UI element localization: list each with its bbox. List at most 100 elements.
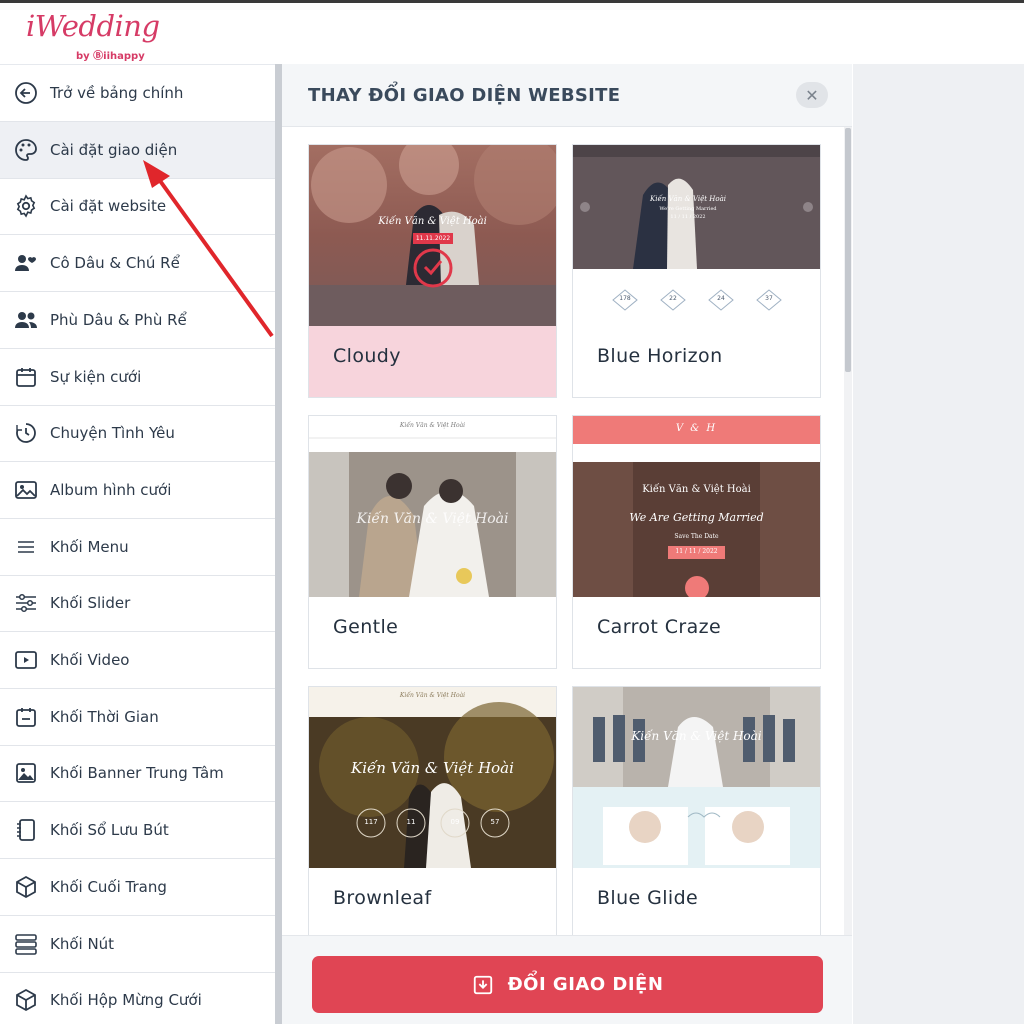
preview-countdown-seconds: 37	[765, 295, 773, 302]
preview-countdown-days: 178	[619, 295, 631, 302]
sidebar-item-label: Cài đặt giao diện	[50, 140, 178, 159]
theme-card-cloudy[interactable]: Kiến Văn & Việt Hoài 11.11.2022 Cloudy	[308, 144, 557, 398]
preview-countdown-minutes: 09	[450, 818, 460, 826]
theme-name: Carrot Craze	[597, 616, 722, 638]
close-button[interactable]: ✕	[796, 82, 828, 108]
users-icon	[0, 308, 50, 332]
apply-theme-label: ĐỔI GIAO DIỆN	[507, 974, 664, 995]
video-icon	[0, 648, 50, 672]
sidebar-item-label: Phù Dâu & Phù Rể	[50, 310, 187, 329]
arrow-left-circle-icon	[0, 81, 50, 105]
sidebar-item-label: Khối Video	[50, 651, 130, 669]
sidebar-item-khoi-nut[interactable]: Khối Nút	[0, 916, 275, 973]
sidebar-item-khoi-thoi-gian[interactable]: Khối Thời Gian	[0, 689, 275, 746]
preview-monogram: V & H	[675, 423, 718, 434]
preview-area	[853, 64, 1024, 1024]
preview-countdown-seconds: 57	[490, 818, 500, 826]
picture-icon	[0, 761, 50, 785]
preview-couple-names: Kiến Văn & Việt Hoài	[356, 511, 509, 527]
sidebar-item-label: Khối Sổ Lưu Bút	[50, 821, 169, 840]
sidebar-item-khoi-menu[interactable]: Khối Menu	[0, 519, 275, 576]
preview-save-date: Save The Date	[674, 533, 719, 540]
sidebar-item-label: Khối Menu	[50, 537, 129, 556]
preview-header-names: Kiến Văn & Việt Hoài	[399, 422, 466, 429]
panel-header: THAY ĐỔI GIAO DIỆN WEBSITE ✕	[282, 64, 852, 127]
sidebar-item-album-hinh-cuoi[interactable]: Album hình cưới	[0, 462, 275, 519]
logo-byline: by Ⓑiihappy	[76, 51, 145, 62]
theme-name: Blue Horizon	[597, 345, 723, 367]
palette-icon	[0, 138, 50, 162]
preview-couple-names: Kiến Văn & Việt Hoài	[642, 484, 751, 495]
theme-name: Blue Glide	[597, 887, 699, 909]
sidebar-item-cai-dat-giao-dien[interactable]: Cài đặt giao diện	[0, 121, 275, 179]
theme-preview-brownleaf: Kiến Văn & Việt Hoài Kiến Văn & Việt Hoà…	[309, 687, 556, 868]
preview-tagline: We Are Getting Married	[629, 511, 764, 524]
calendar-icon	[0, 365, 50, 389]
gear-icon	[0, 194, 50, 218]
sidebar-item-phu-dau-phu-re[interactable]: Phù Dâu & Phù Rể	[0, 292, 275, 349]
preview-couple-names: Kiến Văn & Việt Hoài	[649, 195, 726, 203]
sidebar-item-label: Khối Hộp Mừng Cưới	[50, 991, 202, 1010]
brand-logo[interactable]: iWedding by Ⓑiihappy	[26, 9, 160, 62]
sidebar-item-khoi-video[interactable]: Khối Video	[0, 632, 275, 689]
theme-preview-blue-glide: Kiến Văn & Việt Hoài	[573, 687, 820, 868]
preview-couple-names: Kiến Văn & Việt Hoài	[378, 216, 487, 227]
theme-preview-blue-horizon: Kiến Văn & Việt Hoài We're Getting Marri…	[573, 145, 820, 326]
clock-history-icon	[0, 421, 50, 445]
sidebar-item-co-dau-chu-re[interactable]: Cô Dâu & Chú Rể	[0, 235, 275, 293]
sidebar-scrollbar[interactable]	[275, 64, 282, 1024]
calendar-minus-icon	[0, 705, 50, 729]
close-icon: ✕	[805, 85, 819, 105]
menu-icon	[0, 535, 50, 559]
sidebar-item-label: Trở về bảng chính	[50, 84, 184, 102]
theme-preview-carrot-craze: V & H Kiến Văn & Việt Hoài We Are Gettin…	[573, 416, 820, 597]
sidebar-item-khoi-slider[interactable]: Khối Slider	[0, 575, 275, 633]
preview-countdown-hours: 22	[669, 295, 677, 302]
sidebar-item-su-kien-cuoi[interactable]: Sự kiện cưới	[0, 349, 275, 406]
notebook-icon	[0, 818, 50, 842]
sidebar-item-khoi-hop-mung-cuoi[interactable]: Khối Hộp Mừng Cưới	[0, 972, 275, 1024]
sidebar-item-label: Khối Cuối Trang	[50, 877, 167, 896]
theme-card-gentle[interactable]: Kiến Văn & Việt Hoài Kiến Văn & Việt Hoà…	[308, 415, 557, 669]
theme-preview-cloudy: Kiến Văn & Việt Hoài 11.11.2022	[309, 145, 556, 326]
panel-footer: ĐỔI GIAO DIỆN	[282, 935, 852, 1024]
sidebar-item-khoi-so-luu-but[interactable]: Khối Sổ Lưu Bút	[0, 802, 275, 860]
theme-card-brownleaf[interactable]: Kiến Văn & Việt Hoài Kiến Văn & Việt Hoà…	[308, 686, 557, 940]
sidebar-item-label: Chuyện Tình Yêu	[50, 424, 175, 443]
box-icon	[0, 988, 50, 1012]
sidebar-item-tro-ve-bang-chinh[interactable]: Trở về bảng chính	[0, 65, 275, 122]
theme-card-carrot-craze[interactable]: V & H Kiến Văn & Việt Hoài We Are Gettin…	[572, 415, 821, 669]
image-icon	[0, 478, 50, 502]
sidebar: Trở về bảng chính Cài đặt giao diện Cài đặ…	[0, 64, 275, 1024]
preview-countdown-minutes: 24	[717, 295, 725, 302]
sidebar-item-label: Khối Nút	[50, 934, 115, 953]
apply-theme-button[interactable]: ĐỔI GIAO DIỆN	[312, 956, 823, 1013]
preview-date: 11.11.2022	[413, 233, 453, 244]
theme-preview-gentle: Kiến Văn & Việt Hoài Kiến Văn & Việt Hoà…	[309, 416, 556, 597]
preview-date: 11 / 11 / 2022	[670, 214, 706, 220]
sidebar-item-label: Cô Dâu & Chú Rể	[50, 254, 180, 273]
sidebar-item-cai-dat-website[interactable]: Cài đặt website	[0, 178, 275, 236]
top-bar: iWedding by Ⓑiihappy	[0, 3, 1024, 64]
panel-scrollbar-thumb[interactable]	[845, 128, 851, 372]
theme-panel: THAY ĐỔI GIAO DIỆN WEBSITE ✕ Kiến Văn & …	[282, 64, 852, 1024]
theme-card-blue-glide[interactable]: Kiến Văn & Việt Hoài Blue Glide	[572, 686, 821, 940]
preview-countdown-days: 117	[364, 818, 378, 826]
sidebar-item-khoi-banner-trung-tam[interactable]: Khối Banner Trung Tâm	[0, 745, 275, 803]
preview-header-names: Kiến Văn & Việt Hoài	[399, 692, 466, 699]
preview-couple-names: Kiến Văn & Việt Hoài	[351, 759, 514, 777]
preview-tagline: We're Getting Married	[659, 206, 717, 212]
sidebar-item-label: Album hình cưới	[50, 480, 172, 499]
sidebar-item-label: Khối Thời Gian	[50, 707, 159, 726]
sidebar-item-label: Khối Slider	[50, 594, 131, 613]
theme-name: Brownleaf	[333, 887, 432, 909]
box-icon	[0, 875, 50, 899]
sidebar-item-label: Khối Banner Trung Tâm	[50, 764, 224, 783]
sidebar-item-chuyen-tinh-yeu[interactable]: Chuyện Tình Yêu	[0, 405, 275, 463]
theme-name: Cloudy	[333, 345, 401, 367]
preview-date: 11 / 11 / 2022	[675, 548, 718, 555]
preview-countdown-hours: 11	[406, 818, 416, 826]
theme-card-blue-horizon[interactable]: Kiến Văn & Việt Hoài We're Getting Marri…	[572, 144, 821, 398]
sidebar-item-khoi-cuoi-trang[interactable]: Khối Cuối Trang	[0, 859, 275, 916]
buttons-icon	[0, 932, 50, 956]
